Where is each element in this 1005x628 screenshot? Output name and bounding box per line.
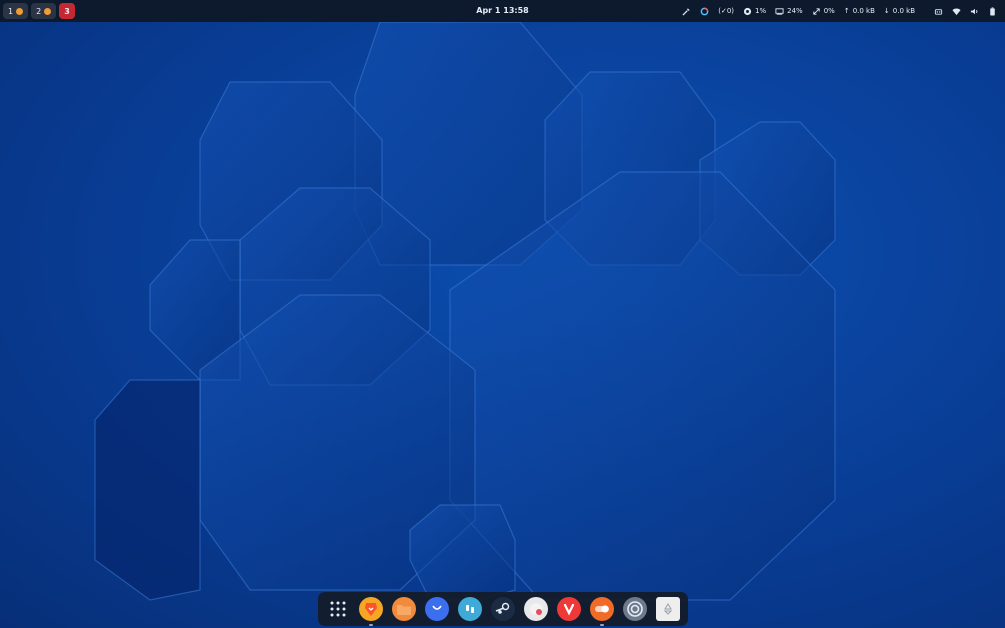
color-picker-button[interactable] (682, 7, 691, 16)
hexagon (409, 504, 516, 601)
brave-browser-launcher[interactable] (359, 597, 384, 626)
flathub-launcher[interactable] (458, 597, 483, 621)
wallpaper (94, 21, 836, 601)
memory-icon (775, 7, 784, 15)
battery-icon (990, 6, 995, 16)
color-circle-icon (700, 7, 709, 15)
grid-icon (330, 601, 346, 617)
trash-launcher[interactable] (655, 597, 680, 621)
swap-indicator[interactable]: 0% (812, 7, 835, 16)
brave-icon (365, 603, 378, 616)
swap-icon (813, 7, 820, 15)
hexagon-shadow (94, 379, 201, 601)
swap-value: 0% (823, 7, 835, 15)
workspace-1-button[interactable]: 1 (3, 3, 29, 19)
updates-indicator[interactable]: (✓0) (718, 7, 734, 15)
system-tray: (✓0) 1% 24% 0% ↑ 0.0 kB ↓ 0.0 kB (682, 0, 997, 22)
robot-icon (934, 8, 943, 15)
extension-tray-button[interactable] (934, 7, 943, 16)
color-wheel-button[interactable] (700, 7, 709, 16)
running-indicator (599, 624, 604, 626)
memory-value: 24% (787, 7, 803, 15)
toggle-launcher[interactable] (589, 597, 614, 626)
wifi-button[interactable] (952, 7, 961, 16)
vivaldi-icon (563, 603, 574, 616)
upload-indicator[interactable]: ↑ 0.0 kB (844, 7, 875, 15)
software-store-launcher[interactable] (425, 597, 450, 621)
workspace-label: 1 (8, 6, 14, 16)
dock (318, 592, 688, 626)
wifi-icon (952, 8, 961, 15)
mask-icon (529, 603, 542, 615)
files-launcher[interactable] (392, 597, 417, 621)
folder-icon (397, 604, 412, 615)
workspace-label: 3 (64, 6, 70, 16)
arrow-up-icon: ↑ (843, 7, 850, 15)
workspace-label: 2 (36, 6, 42, 16)
bag-icon (432, 605, 442, 610)
download-value: 0.0 kB (892, 7, 915, 15)
arrow-down-icon: ↓ (883, 7, 890, 15)
running-indicator (369, 624, 374, 626)
cpu-value: 1% (755, 7, 767, 15)
eyedropper-icon (682, 7, 690, 16)
workspace-2-button[interactable]: 2 (31, 3, 57, 19)
cpu-indicator[interactable]: 1% (743, 7, 766, 16)
settings-launcher[interactable] (622, 597, 647, 621)
trash-icon (663, 603, 672, 615)
target-icon (626, 601, 643, 617)
battery-button[interactable] (988, 6, 997, 16)
app-indicator-icon (44, 7, 52, 15)
clock[interactable]: Apr 1 13:58 (460, 0, 545, 22)
steam-icon (495, 602, 510, 614)
download-indicator[interactable]: ↓ 0.0 kB (884, 7, 915, 15)
warehouse-launcher[interactable] (523, 597, 548, 621)
switch-icon (594, 605, 609, 613)
vivaldi-launcher[interactable] (556, 597, 581, 621)
show-apps-button[interactable] (326, 597, 350, 621)
workspace-3-button[interactable]: 3 (59, 3, 75, 19)
quote-icon (466, 605, 475, 613)
memory-indicator[interactable]: 24% (775, 7, 803, 16)
steam-launcher[interactable] (490, 597, 515, 621)
volume-button[interactable] (970, 7, 979, 16)
top-panel: 1 2 3 Apr 1 13:58 (✓0) 1% 24% 0% ↑ 0.0 k… (0, 0, 1005, 22)
upload-value: 0.0 kB (852, 7, 875, 15)
cpu-icon (743, 7, 752, 15)
speaker-icon (970, 8, 978, 14)
app-indicator-icon (16, 7, 24, 15)
